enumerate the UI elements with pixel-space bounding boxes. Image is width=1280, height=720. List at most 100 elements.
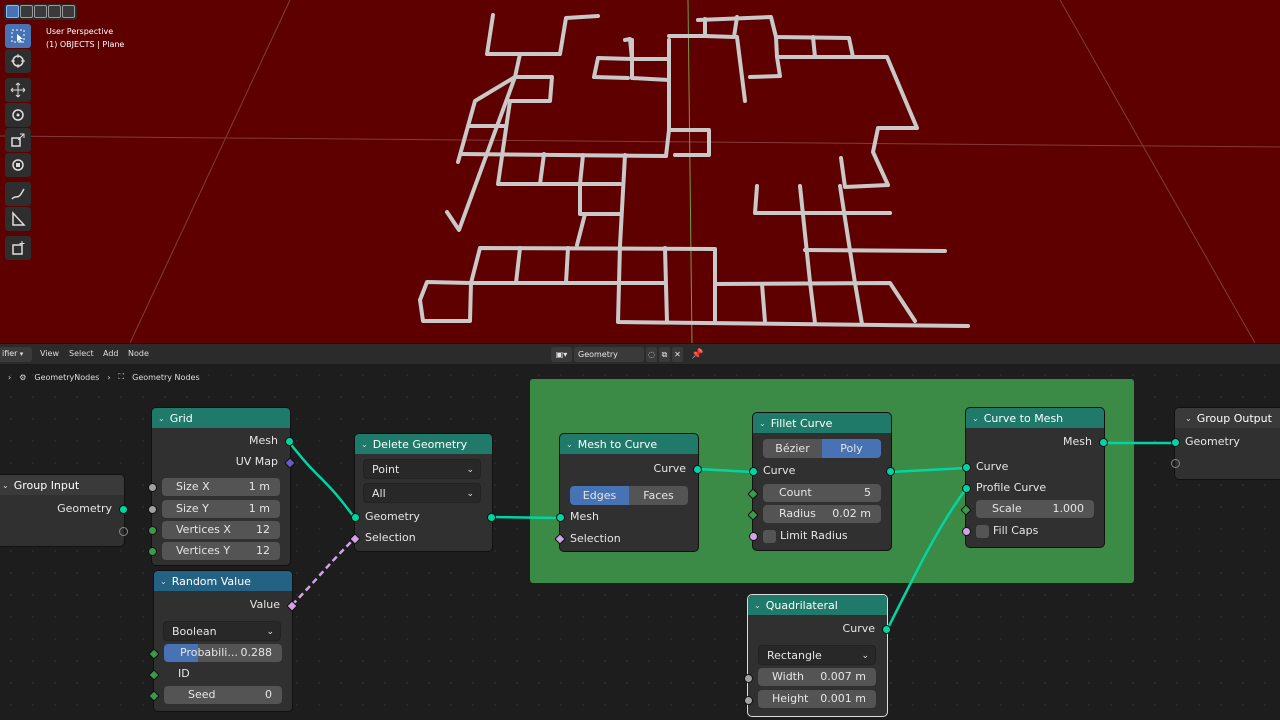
radius-field[interactable]: Radius 0.02 m [763, 505, 881, 523]
difference-mode-button[interactable] [48, 5, 61, 18]
grid-node[interactable]: ⌄ Grid Mesh UV Map Size X 1 m Size Y 1 m Ve… [148, 408, 296, 565]
perspective-label: User Perspective [46, 27, 114, 36]
mesh-to-curve-node[interactable]: ⌄ Mesh to Curve Curve Edges Faces Mesh Se… [554, 434, 702, 551]
add-cube-tool[interactable] [5, 236, 31, 260]
output-socket-mesh[interactable] [285, 437, 294, 446]
output-socket-curve[interactable] [882, 625, 891, 634]
menu-node[interactable]: Node [128, 349, 149, 358]
height-field[interactable]: Height 0.001 m [758, 690, 876, 708]
annotate-tool[interactable] [5, 182, 31, 206]
output-socket-value[interactable] [286, 600, 298, 612]
input-socket-size-y[interactable] [148, 505, 157, 514]
size-y-field[interactable]: Size Y 1 m [162, 500, 280, 518]
collapse-icon[interactable]: ⌄ [160, 577, 167, 586]
domain-dropdown[interactable]: Point ⌄ [363, 459, 481, 479]
input-socket-selection[interactable] [349, 533, 361, 545]
vertices-y-field[interactable]: Vertices Y 12 [162, 542, 280, 560]
breadcrumb-tree[interactable]: Geometry Nodes [132, 373, 199, 382]
input-socket-mesh[interactable] [556, 513, 565, 522]
input-socket-size-x[interactable] [148, 483, 157, 492]
input-socket-vertices-x[interactable] [148, 526, 157, 535]
quad-type-dropdown[interactable]: Rectangle ⌄ [758, 645, 876, 665]
edges-option[interactable]: Edges [570, 486, 629, 505]
select-box-mode-button[interactable] [6, 5, 19, 18]
selection-mode-buttons [4, 4, 77, 20]
delete-geometry-node[interactable]: ⌄ Delete Geometry Point ⌄ All ⌄ Geometry Se… [349, 434, 496, 551]
collapse-icon[interactable]: ⌄ [2, 481, 9, 490]
select-box-tool[interactable] [5, 24, 31, 48]
scale-tool[interactable] [5, 128, 31, 152]
faces-option[interactable]: Faces [629, 486, 688, 505]
node-tree-type-dropdown[interactable]: ▣▾ [551, 347, 572, 362]
fill-caps-checkbox[interactable] [976, 525, 989, 538]
output-socket-curve[interactable] [693, 465, 702, 474]
scale-field[interactable]: Scale 1.000 [976, 500, 1094, 518]
input-socket-seed[interactable] [148, 690, 160, 702]
extend-mode-button[interactable] [20, 5, 33, 18]
vertices-x-field[interactable]: Vertices X 12 [162, 521, 280, 539]
group-input-node[interactable]: ⌄ Group Input Geometry [0, 475, 128, 546]
output-socket-geometry[interactable] [487, 513, 496, 522]
breadcrumb-modifier[interactable]: GeometryNodes [34, 373, 99, 382]
fillet-curve-node[interactable]: ⌄ Fillet Curve Bézier Poly Curve Count 5 R… [747, 413, 895, 550]
collapse-icon[interactable]: ⌄ [972, 414, 979, 423]
input-socket-curve[interactable] [749, 467, 758, 476]
menu-select[interactable]: Select [69, 349, 94, 358]
intersect-mode-button[interactable] [62, 5, 75, 18]
output-socket-empty[interactable] [119, 527, 128, 536]
fake-user-icon[interactable]: ◌ [646, 347, 657, 362]
group-output-node[interactable]: ⌄ Group Output Geometry [1171, 408, 1280, 479]
input-socket-geometry[interactable] [351, 513, 360, 522]
3d-viewport[interactable]: User Perspective (1) OBJECTS | Plane [0, 0, 1280, 343]
output-socket-uv-map[interactable] [284, 457, 296, 469]
collapse-icon[interactable]: ⌄ [361, 440, 368, 449]
collapse-icon[interactable]: ⌄ [759, 419, 766, 428]
input-socket-id[interactable] [148, 669, 160, 681]
input-socket-geometry[interactable] [1171, 438, 1180, 447]
bezier-option[interactable]: Bézier [763, 439, 822, 458]
poly-option[interactable]: Poly [822, 439, 881, 458]
output-socket-geometry[interactable] [119, 505, 128, 514]
input-socket-curve[interactable] [962, 463, 971, 472]
input-socket-vertices-y[interactable] [148, 547, 157, 556]
input-socket-empty[interactable] [1171, 459, 1180, 468]
input-socket-probability[interactable] [148, 648, 160, 660]
data-type-dropdown[interactable]: Boolean ⌄ [163, 621, 281, 641]
collapse-icon[interactable]: ⌄ [754, 601, 761, 610]
collapse-icon[interactable]: ⌄ [1185, 414, 1192, 423]
input-socket-width[interactable] [744, 674, 753, 683]
mode-dropdown[interactable]: All ⌄ [363, 483, 481, 503]
input-socket-fill-caps[interactable] [962, 527, 971, 536]
curve-to-mesh-node[interactable]: ⌄ Curve to Mesh Mesh Curve Profile Curve … [960, 408, 1108, 547]
menu-add[interactable]: Add [103, 349, 119, 358]
duplicate-icon[interactable]: ⧉ [659, 347, 670, 362]
size-x-field[interactable]: Size X 1 m [162, 478, 280, 496]
output-socket-mesh[interactable] [1099, 438, 1108, 447]
editor-type-dropdown[interactable]: ifier ▾ [0, 347, 32, 362]
random-value-node[interactable]: ⌄ Random Value Value Boolean ⌄ Probabili..… [148, 571, 298, 711]
seed-field[interactable]: Seed 0 [164, 686, 282, 704]
node-canvas[interactable]: › ⚙ GeometryNodes › ⛶ Geometry Nodes ⌄ Gr… [0, 364, 1280, 720]
input-socket-profile-curve[interactable] [962, 484, 971, 493]
input-socket-height[interactable] [744, 696, 753, 705]
probability-field[interactable]: Probabili... 0.288 [164, 644, 282, 662]
node-tree-name-field[interactable]: Geometry Nodes [574, 347, 644, 374]
subtract-mode-button[interactable] [34, 5, 47, 18]
input-socket-limit-radius[interactable] [749, 532, 758, 541]
width-field[interactable]: Width 0.007 m [758, 668, 876, 686]
measure-tool[interactable] [5, 207, 31, 231]
output-socket-curve[interactable] [886, 467, 895, 476]
rotate-tool[interactable] [5, 103, 31, 127]
unlink-icon[interactable]: ✕ [672, 347, 683, 362]
pin-icon[interactable]: 📌 [691, 349, 703, 360]
limit-radius-checkbox[interactable] [763, 530, 776, 543]
transform-tool[interactable] [5, 153, 31, 177]
quadrilateral-node[interactable]: ⌄ Quadrilateral Curve Rectangle ⌄ Width 0.0… [744, 595, 891, 716]
move-tool[interactable] [5, 78, 31, 102]
node-title: Delete Geometry [372, 437, 468, 451]
collapse-icon[interactable]: ⌄ [158, 414, 165, 423]
menu-view[interactable]: View [40, 349, 59, 358]
cursor-tool[interactable] [5, 49, 31, 73]
collapse-icon[interactable]: ⌄ [566, 440, 573, 449]
count-field[interactable]: Count 5 [763, 484, 881, 502]
